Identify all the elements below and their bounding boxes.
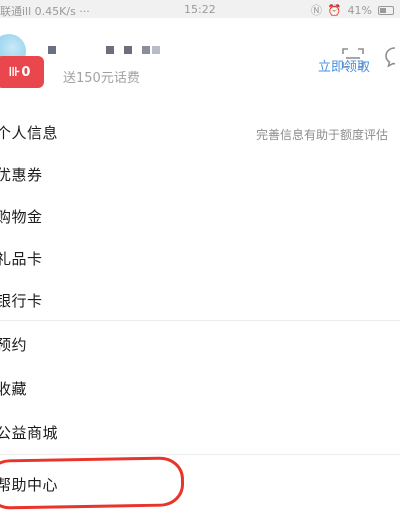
section-divider	[0, 320, 400, 321]
promo-text: 送150元话费	[63, 71, 140, 86]
status-icons: Ⓝ ⏰ 41%	[311, 2, 394, 18]
username-mask-block	[152, 46, 160, 54]
username-mask-block	[124, 46, 132, 54]
promo-badge: ⊪0	[0, 56, 44, 88]
menu-item-bank-card[interactable]: 银行卡	[0, 278, 400, 320]
menu-item-label: 优惠券	[0, 166, 43, 184]
menu-item-label: 购物金	[0, 208, 43, 226]
menu-item-label: 银行卡	[0, 292, 43, 310]
menu-item-charity-mall[interactable]: 公益商城	[0, 410, 400, 452]
promo-claim-button[interactable]: 立即领取	[318, 56, 370, 75]
menu-item-shopping-credit[interactable]: 购物金	[0, 194, 400, 236]
menu-item-label: 礼品卡	[0, 250, 43, 268]
menu-item-personal-info[interactable]: 个人信息 完善信息有助于额度评估	[0, 110, 400, 152]
carrier-network-speed: 联通ill 0.45K/s ···	[0, 5, 90, 18]
battery-percent: 41%	[347, 3, 372, 17]
section-divider	[0, 454, 400, 455]
username-mask-block	[106, 46, 114, 54]
menu-item-label: 公益商城	[0, 424, 59, 442]
username-mask-block	[48, 46, 56, 54]
menu-item-hint: 完善信息有助于额度评估	[255, 128, 388, 142]
menu-item-label: 收藏	[0, 380, 28, 398]
alarm-icon: ⏰	[327, 3, 342, 17]
menu-item-coupons[interactable]: 优惠券	[0, 152, 400, 194]
menu-item-reservations[interactable]: 预约	[0, 322, 400, 364]
nfc-icon: Ⓝ	[310, 4, 322, 17]
menu-item-favorites[interactable]: 收藏	[0, 366, 400, 408]
masked-username[interactable]	[48, 43, 160, 57]
menu-item-label: 预约	[0, 336, 28, 354]
status-bar: 联通ill 0.45K/s ··· 15:22 Ⓝ ⏰ 41%	[0, 0, 400, 18]
username-mask-block	[142, 46, 150, 54]
promo-banner[interactable]: ⊪0 送150元话费 立即领取	[0, 56, 400, 92]
menu-item-label: 个人信息	[0, 124, 59, 142]
status-time: 15:22	[184, 3, 216, 16]
battery-icon	[378, 5, 394, 15]
menu-item-gift-card[interactable]: 礼品卡	[0, 236, 400, 278]
annotation-circle	[0, 456, 185, 510]
